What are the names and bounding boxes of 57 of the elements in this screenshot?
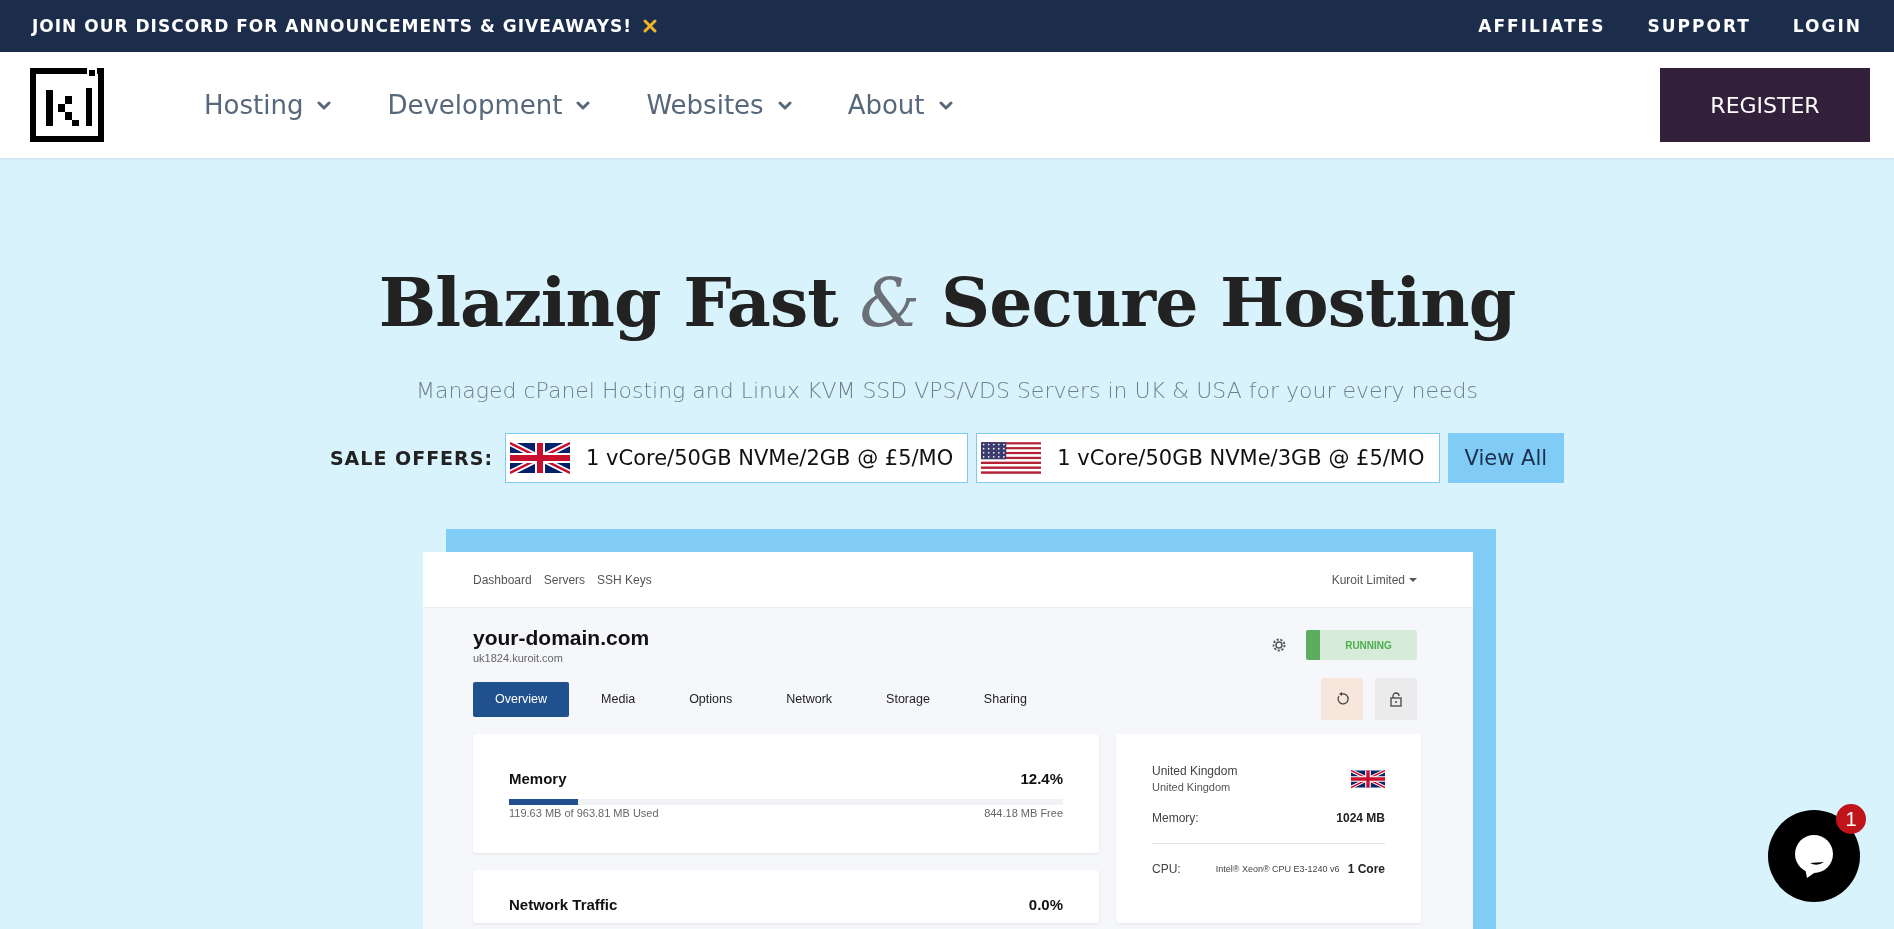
dashboard-nav-link[interactable]: SSH Keys <box>597 572 652 587</box>
traffic-title: Network Traffic <box>509 896 618 913</box>
settings-icon <box>1272 638 1286 652</box>
chevron-down-icon <box>938 99 953 111</box>
announcement-text: JOIN OUR DISCORD FOR ANNOUNCEMENTS & GIVEAWAYS! <box>32 16 633 36</box>
chevron-down-icon <box>777 99 792 111</box>
spec-value: 1024 MB <box>1336 811 1385 825</box>
register-button[interactable]: REGISTER <box>1660 68 1870 142</box>
lock-icon <box>1389 691 1403 707</box>
chat-bubble-icon <box>1793 834 1835 878</box>
tab[interactable]: Options <box>667 681 755 717</box>
hero-title: Blazing Fast <box>378 262 838 342</box>
restart-button[interactable] <box>1321 678 1363 720</box>
top-link[interactable]: SUPPORT <box>1647 16 1751 36</box>
top-link[interactable]: LOGIN <box>1792 16 1862 36</box>
nav-menu-item[interactable]: About <box>847 90 953 120</box>
region: United Kingdom <box>1152 781 1232 793</box>
nav-menu-item[interactable]: Development <box>387 90 591 120</box>
tab[interactable]: Overview <box>473 681 570 717</box>
sale-offer-link[interactable]: 1 vCore/50GB NVMe/2GB @ £5/MO <box>505 433 969 483</box>
caret-icon <box>1409 577 1417 582</box>
spec-detail: Intel® Xeon® CPU E3-1240 v6 <box>1215 864 1340 874</box>
memory-used: 119.63 MB of 963.81 MB Used <box>509 807 659 819</box>
top-link[interactable]: AFFILIATES <box>1478 16 1606 36</box>
ampersand: & <box>859 263 920 342</box>
nav-menu-item[interactable]: Websites <box>646 90 792 120</box>
traffic-percent: 0.0% <box>1028 896 1063 913</box>
dashboard-nav-link[interactable]: Dashboard <box>473 572 532 587</box>
lock-button[interactable] <box>1375 678 1417 720</box>
nav-menu-item[interactable]: Hosting <box>204 90 332 120</box>
memory-free: 844.18 MB Free <box>984 807 1063 819</box>
spec-value: 1 Core <box>1347 862 1385 876</box>
chevron-down-icon <box>317 99 332 111</box>
country: United Kingdom <box>1152 764 1238 778</box>
logo-icon <box>30 68 104 142</box>
account-menu[interactable]: Kuroit Limited <box>1331 572 1417 587</box>
spec-label: CPU: <box>1152 862 1181 876</box>
chevron-down-icon <box>576 99 591 111</box>
hostname: uk1824.kuroit.com <box>473 652 564 664</box>
restart-icon <box>1335 692 1349 706</box>
view-all-button[interactable]: View All <box>1447 433 1565 483</box>
hero-subtitle: Managed cPanel Hosting and Linux KVM SSD VPS/VDS Servers in UK & USA for your every needs <box>415 378 1479 403</box>
memory-percent: 12.4% <box>1020 770 1063 787</box>
tab[interactable]: Storage <box>864 681 952 717</box>
tab[interactable]: Network <box>764 681 855 717</box>
status-indicator: RUNNING <box>1306 630 1417 660</box>
uk-flag-icon <box>1351 766 1385 791</box>
domain-title: your-domain.com <box>473 626 650 650</box>
tab[interactable]: Sharing <box>961 681 1049 717</box>
hero-title: Secure Hosting <box>941 262 1516 342</box>
memory-title: Memory <box>509 770 567 787</box>
tab[interactable]: Media <box>579 681 658 717</box>
dashboard-nav-link[interactable]: Servers <box>543 572 586 587</box>
spec-label: Memory: <box>1152 811 1199 825</box>
sale-offer-link[interactable]: 1 vCore/50GB NVMe/3GB @ £5/MO <box>976 433 1440 483</box>
notification-badge: 1 <box>1836 804 1866 834</box>
sale-offers-label: SALE OFFERS: <box>329 447 493 469</box>
